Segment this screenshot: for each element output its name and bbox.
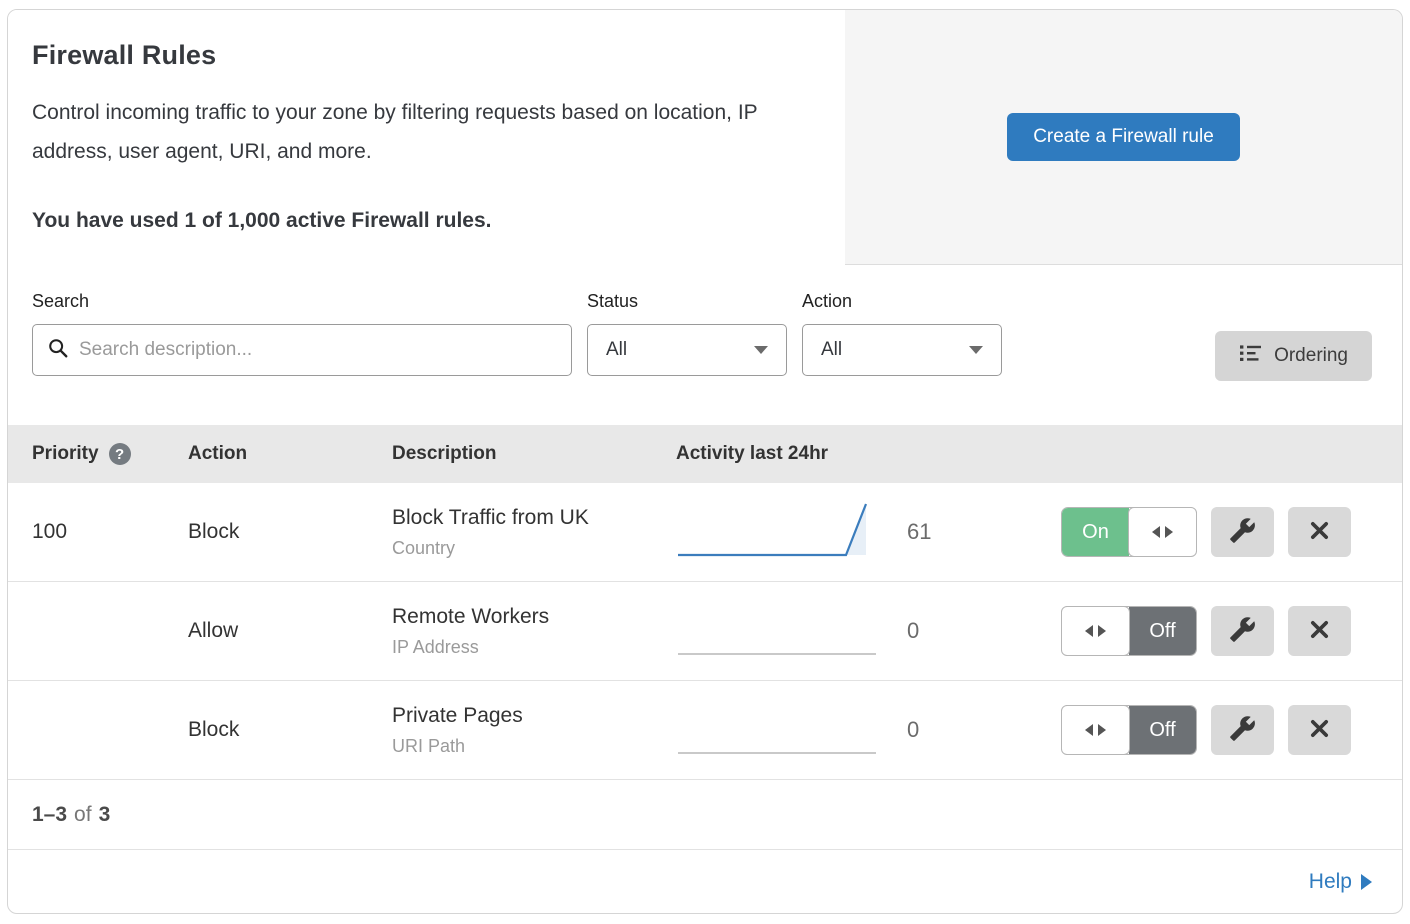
help-bar: Help [8, 850, 1402, 913]
chevron-down-icon [754, 346, 768, 354]
column-header-priority: Priority ? [8, 443, 188, 465]
wrench-icon [1229, 616, 1256, 646]
create-firewall-rule-button[interactable]: Create a Firewall rule [1007, 113, 1240, 161]
close-icon [1308, 519, 1331, 545]
toggle-knob [1061, 606, 1130, 656]
action-dropdown[interactable]: All [802, 324, 1002, 376]
table-row: Block Private Pages URI Path 0 Off [8, 681, 1402, 780]
help-link-label: Help [1309, 870, 1352, 894]
rule-match-type: URI Path [392, 736, 676, 757]
arrow-right-icon [1098, 625, 1106, 637]
search-input[interactable] [79, 339, 557, 361]
wrench-icon [1229, 715, 1256, 745]
rule-description-title: Private Pages [392, 704, 676, 728]
toggle-off-label: Off [1129, 607, 1196, 655]
header-action-panel: Create a Firewall rule [845, 10, 1402, 265]
table-header-row: Priority ? Action Description Activity l… [8, 425, 1402, 483]
header-section: Firewall Rules Control incoming traffic … [8, 10, 1402, 265]
close-icon [1308, 717, 1331, 743]
rule-match-type: Country [392, 538, 676, 559]
rule-enabled-toggle[interactable]: On [1061, 507, 1197, 557]
rule-description: Private Pages URI Path [392, 704, 676, 757]
rule-match-type: IP Address [392, 637, 676, 658]
table-row: Allow Remote Workers IP Address 0 Off [8, 582, 1402, 681]
close-icon [1308, 618, 1331, 644]
usage-note: You have used 1 of 1,000 active Firewall… [32, 209, 805, 233]
delete-rule-button[interactable] [1288, 606, 1351, 656]
rule-description: Block Traffic from UK Country [392, 506, 676, 559]
activity-sparkline [676, 597, 881, 665]
arrow-left-icon [1085, 625, 1093, 637]
priority-header-label: Priority [32, 443, 99, 465]
status-dropdown[interactable]: All [587, 324, 787, 376]
table-row: 100 Block Block Traffic from UK Country … [8, 483, 1402, 582]
filters-bar: Search Status All Action [8, 265, 1402, 425]
pagination-of: of [74, 803, 92, 827]
rule-priority: 100 [8, 520, 188, 544]
rule-description: Remote Workers IP Address [392, 605, 676, 658]
activity-sparkline [676, 696, 881, 764]
priority-help-icon[interactable]: ? [109, 443, 131, 465]
arrow-left-icon [1085, 724, 1093, 736]
column-header-activity: Activity last 24hr [676, 443, 828, 465]
status-filter-group: Status All [587, 291, 787, 376]
edit-rule-button[interactable] [1211, 507, 1274, 557]
header-text-panel: Firewall Rules Control incoming traffic … [8, 10, 845, 265]
search-icon [47, 337, 69, 364]
arrow-right-icon [1361, 874, 1372, 890]
rule-description-title: Remote Workers [392, 605, 676, 629]
toggle-knob [1061, 705, 1130, 755]
pagination-total: 3 [99, 803, 111, 827]
action-dropdown-value: All [821, 339, 842, 361]
ordering-button[interactable]: Ordering [1215, 331, 1372, 381]
chevron-down-icon [969, 346, 983, 354]
rule-enabled-toggle[interactable]: Off [1061, 705, 1197, 755]
wrench-icon [1229, 517, 1256, 547]
activity-count: 61 [881, 519, 1061, 545]
column-header-description: Description [392, 443, 676, 465]
edit-rule-button[interactable] [1211, 705, 1274, 755]
arrow-left-icon [1152, 526, 1160, 538]
rule-action: Block [188, 520, 392, 544]
page-title: Firewall Rules [32, 40, 805, 71]
activity-sparkline [676, 498, 881, 566]
delete-rule-button[interactable] [1288, 507, 1351, 557]
search-box [32, 324, 572, 376]
column-header-action: Action [188, 443, 392, 465]
ordering-button-label: Ordering [1274, 345, 1348, 367]
activity-count: 0 [881, 717, 1061, 743]
search-group: Search [32, 291, 572, 376]
toggle-on-label: On [1062, 508, 1129, 556]
list-ordering-icon [1239, 341, 1263, 371]
firewall-rules-card: Firewall Rules Control incoming traffic … [7, 9, 1403, 914]
status-label: Status [587, 291, 787, 312]
delete-rule-button[interactable] [1288, 705, 1351, 755]
pagination-bar: 1–3 of 3 [8, 780, 1402, 850]
page-description: Control incoming traffic to your zone by… [32, 93, 802, 171]
arrow-right-icon [1098, 724, 1106, 736]
rule-description-title: Block Traffic from UK [392, 506, 676, 530]
action-label: Action [802, 291, 1002, 312]
edit-rule-button[interactable] [1211, 606, 1274, 656]
toggle-off-label: Off [1129, 706, 1196, 754]
help-link[interactable]: Help [1309, 870, 1372, 894]
arrow-right-icon [1165, 526, 1173, 538]
status-dropdown-value: All [606, 339, 627, 361]
activity-count: 0 [881, 618, 1061, 644]
rule-action: Allow [188, 619, 392, 643]
pagination-range: 1–3 [32, 803, 67, 827]
rule-enabled-toggle[interactable]: Off [1061, 606, 1197, 656]
toggle-knob [1128, 507, 1197, 557]
rule-action: Block [188, 718, 392, 742]
search-label: Search [32, 291, 572, 312]
action-filter-group: Action All [802, 291, 1002, 376]
